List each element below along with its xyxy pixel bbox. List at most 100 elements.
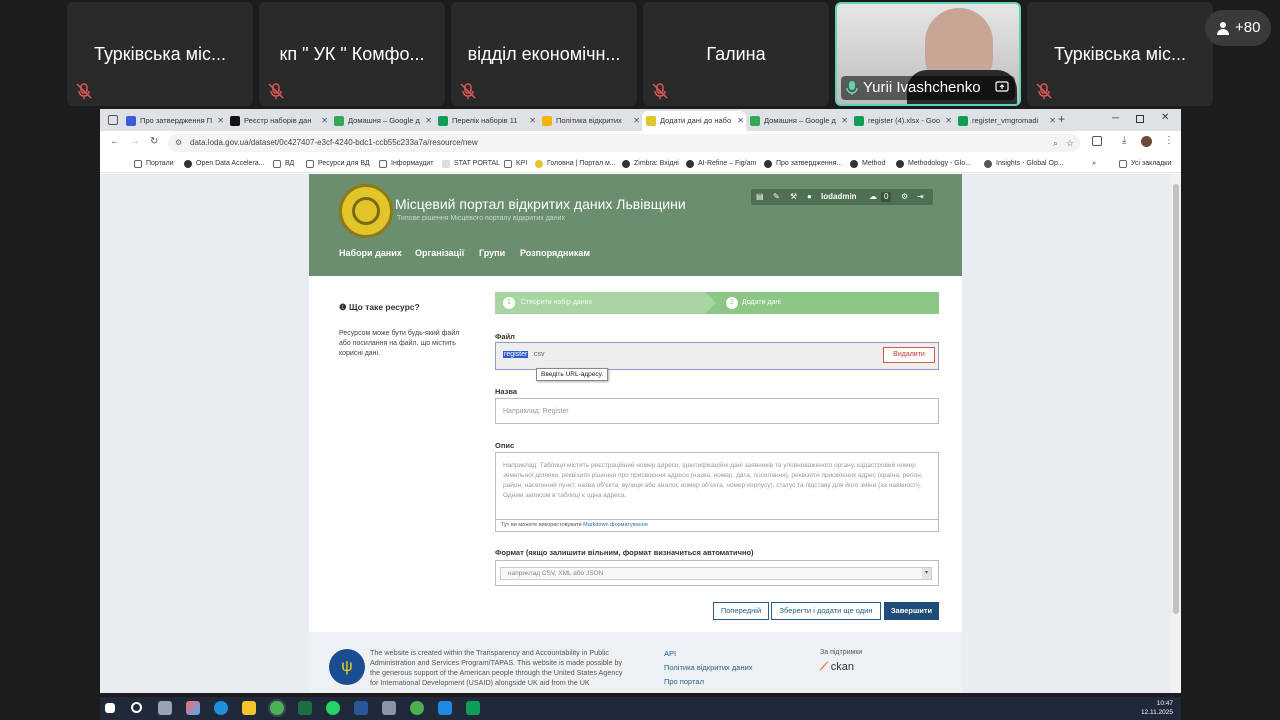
participant-video-tile[interactable]: Yurii Ivashchenko	[835, 2, 1021, 106]
close-icon[interactable]: ✕	[425, 111, 432, 131]
wrench-icon[interactable]: ⚒	[790, 189, 797, 205]
settings-gear-icon[interactable]: ⚙	[901, 189, 908, 205]
download-icon[interactable]: ⤓	[1122, 135, 1126, 146]
markdown-link[interactable]: Markdown форматування	[583, 522, 648, 528]
browser-tab[interactable]: Домашня – Google д ✕	[330, 111, 434, 131]
maximize-icon[interactable]	[1136, 115, 1144, 123]
site-title[interactable]: Місцевий портал відкритих даних Львівщин…	[395, 196, 686, 212]
footer-link-policy[interactable]: Політика відкритих даних	[664, 663, 753, 672]
browser-tab[interactable]: Реєстр наборів дан ✕	[226, 111, 330, 131]
page-scrollbar[interactable]	[1171, 174, 1181, 693]
close-icon[interactable]: ✕	[1049, 111, 1056, 131]
search-icon[interactable]	[131, 702, 142, 713]
bookmark-item[interactable]: ВД	[273, 155, 294, 173]
browser-tab[interactable]: Політика відкритих ✕	[538, 111, 642, 131]
close-icon[interactable]: ✕	[633, 111, 640, 131]
participant-tile[interactable]: відділ економічн...	[451, 2, 637, 106]
participant-tile[interactable]: Галина	[643, 2, 829, 106]
participant-tile[interactable]: Турківська міс...	[1027, 2, 1213, 106]
chrome-profile-icon[interactable]	[410, 701, 424, 715]
scrollbar-thumb[interactable]	[1173, 184, 1179, 614]
footer-link-api[interactable]: API	[664, 649, 676, 658]
browser-tab[interactable]: Домашня – Google д ✕	[746, 111, 850, 131]
tab-search-icon[interactable]	[108, 115, 118, 125]
description-textarea[interactable]: Наприклад: Таблиця містить реєстраційний…	[495, 452, 939, 520]
bookmark-item[interactable]: AI-Refine – Fig/am	[686, 155, 756, 173]
browser-tab[interactable]: register (4).xlsx - Goo ✕	[850, 111, 954, 131]
site-info-icon[interactable]: ⚙	[175, 134, 182, 152]
close-icon[interactable]: ✕	[945, 111, 952, 131]
dashboard-icon[interactable]: ☁	[869, 189, 877, 205]
participant-tile[interactable]: Турківська міс...	[67, 2, 253, 106]
portal-logo[interactable]	[339, 184, 393, 238]
remove-button[interactable]: Видалити	[883, 347, 935, 363]
zoom-app-icon[interactable]	[438, 701, 452, 715]
minimize-icon[interactable]: ─	[1112, 113, 1119, 124]
back-icon[interactable]: ←	[110, 136, 120, 147]
nav-managers[interactable]: Розпорядникам	[520, 248, 590, 258]
edge-icon[interactable]	[214, 701, 228, 715]
nav-datasets[interactable]: Набори даних	[339, 248, 402, 258]
browser-tab[interactable]: Про затвердження П ✕	[122, 111, 226, 131]
browser-tab[interactable]: Перелік наборів 11 ✕	[434, 111, 538, 131]
nav-groups[interactable]: Групи	[479, 248, 505, 258]
bookmark-item[interactable]: KPI	[504, 155, 527, 173]
chrome-icon[interactable]	[270, 701, 284, 715]
menu-kebab-icon[interactable]: ⋮	[1164, 135, 1174, 146]
new-tab-icon[interactable]: +	[1058, 112, 1065, 126]
profile-avatar[interactable]	[1141, 136, 1152, 147]
task-view-icon[interactable]	[158, 701, 172, 715]
bookmark-item[interactable]: Zimbra: Вхідні	[622, 155, 679, 173]
participant-tile[interactable]: кп " УК " Комфо...	[259, 2, 445, 106]
whatsapp-icon[interactable]	[326, 701, 340, 715]
previous-button[interactable]: Попередній	[713, 602, 769, 620]
logout-icon[interactable]: ⇥	[917, 189, 924, 205]
bookmark-item[interactable]: Method	[850, 155, 885, 173]
bookmark-item[interactable]: Головна | Портал м...	[535, 155, 616, 173]
sheets-icon[interactable]	[466, 701, 480, 715]
app-icon[interactable]	[382, 701, 396, 715]
close-icon[interactable]: ✕	[217, 111, 224, 131]
system-clock[interactable]: 10:47 12.11.2025	[1141, 699, 1173, 717]
browser-tab-active[interactable]: Додати дані до набо ✕	[642, 111, 746, 131]
window-close-icon[interactable]: ✕	[1161, 112, 1169, 123]
bookmark-item[interactable]: Про затвердження...	[764, 155, 842, 173]
extensions-icon[interactable]	[1092, 136, 1102, 146]
close-icon[interactable]: ✕	[529, 111, 536, 131]
all-bookmarks-folder[interactable]: Усі закладки	[1119, 155, 1171, 173]
copilot-icon[interactable]	[186, 701, 200, 715]
reload-icon[interactable]: ↻	[150, 136, 158, 147]
excel-icon[interactable]	[298, 701, 312, 715]
bookmark-star-icon[interactable]: ☆	[1066, 134, 1074, 152]
zoom-icon[interactable]: ⌕	[1053, 134, 1058, 152]
ckan-logo[interactable]: ⟋ ckan	[820, 661, 854, 674]
username[interactable]: lodadmin	[821, 189, 857, 205]
windows-start-icon[interactable]	[105, 703, 115, 713]
close-icon[interactable]: ✕	[321, 111, 328, 131]
bookmarks-overflow-icon[interactable]: »	[1092, 155, 1096, 173]
nav-organizations[interactable]: Організації	[415, 248, 464, 258]
browser-tab[interactable]: register_vmgromadi ✕	[954, 111, 1058, 131]
finish-button[interactable]: Завершити	[884, 602, 939, 620]
word-icon[interactable]	[354, 701, 368, 715]
edit-icon[interactable]: ✎	[773, 189, 780, 205]
file-url-field[interactable]: register .csv Видалити	[495, 342, 939, 370]
close-icon[interactable]: ✕	[737, 111, 744, 131]
footer-link-about[interactable]: Про портал	[664, 677, 704, 686]
document-icon[interactable]: ▤	[756, 189, 764, 205]
forward-icon[interactable]: →	[130, 136, 140, 147]
save-and-add-button[interactable]: Зберегти і додати ще один	[771, 602, 881, 620]
bookmark-item[interactable]: Ресурси для ВД	[306, 155, 370, 173]
more-participants-button[interactable]: +80	[1205, 10, 1271, 46]
file-explorer-icon[interactable]	[242, 701, 256, 715]
format-select[interactable]: наприклад CSV, XML або JSON ▾	[500, 567, 932, 580]
url-bar[interactable]: ⚙ data.loda.gov.ua/dataset/0c427407-e3cf…	[168, 134, 1080, 152]
close-icon[interactable]: ✕	[841, 111, 848, 131]
bookmark-item[interactable]: Інформаудит	[379, 155, 433, 173]
stage-create-dataset[interactable]: 1 Створити набір даних	[495, 292, 705, 314]
bookmark-item[interactable]: Methodology - Glo...	[896, 155, 971, 173]
bookmark-item[interactable]: Insights - Global Op...	[984, 155, 1064, 173]
chevron-down-icon[interactable]: ▾	[922, 568, 931, 579]
bookmark-item[interactable]: STAT PORTAL	[442, 155, 500, 173]
bookmark-item[interactable]: Портали	[134, 155, 174, 173]
